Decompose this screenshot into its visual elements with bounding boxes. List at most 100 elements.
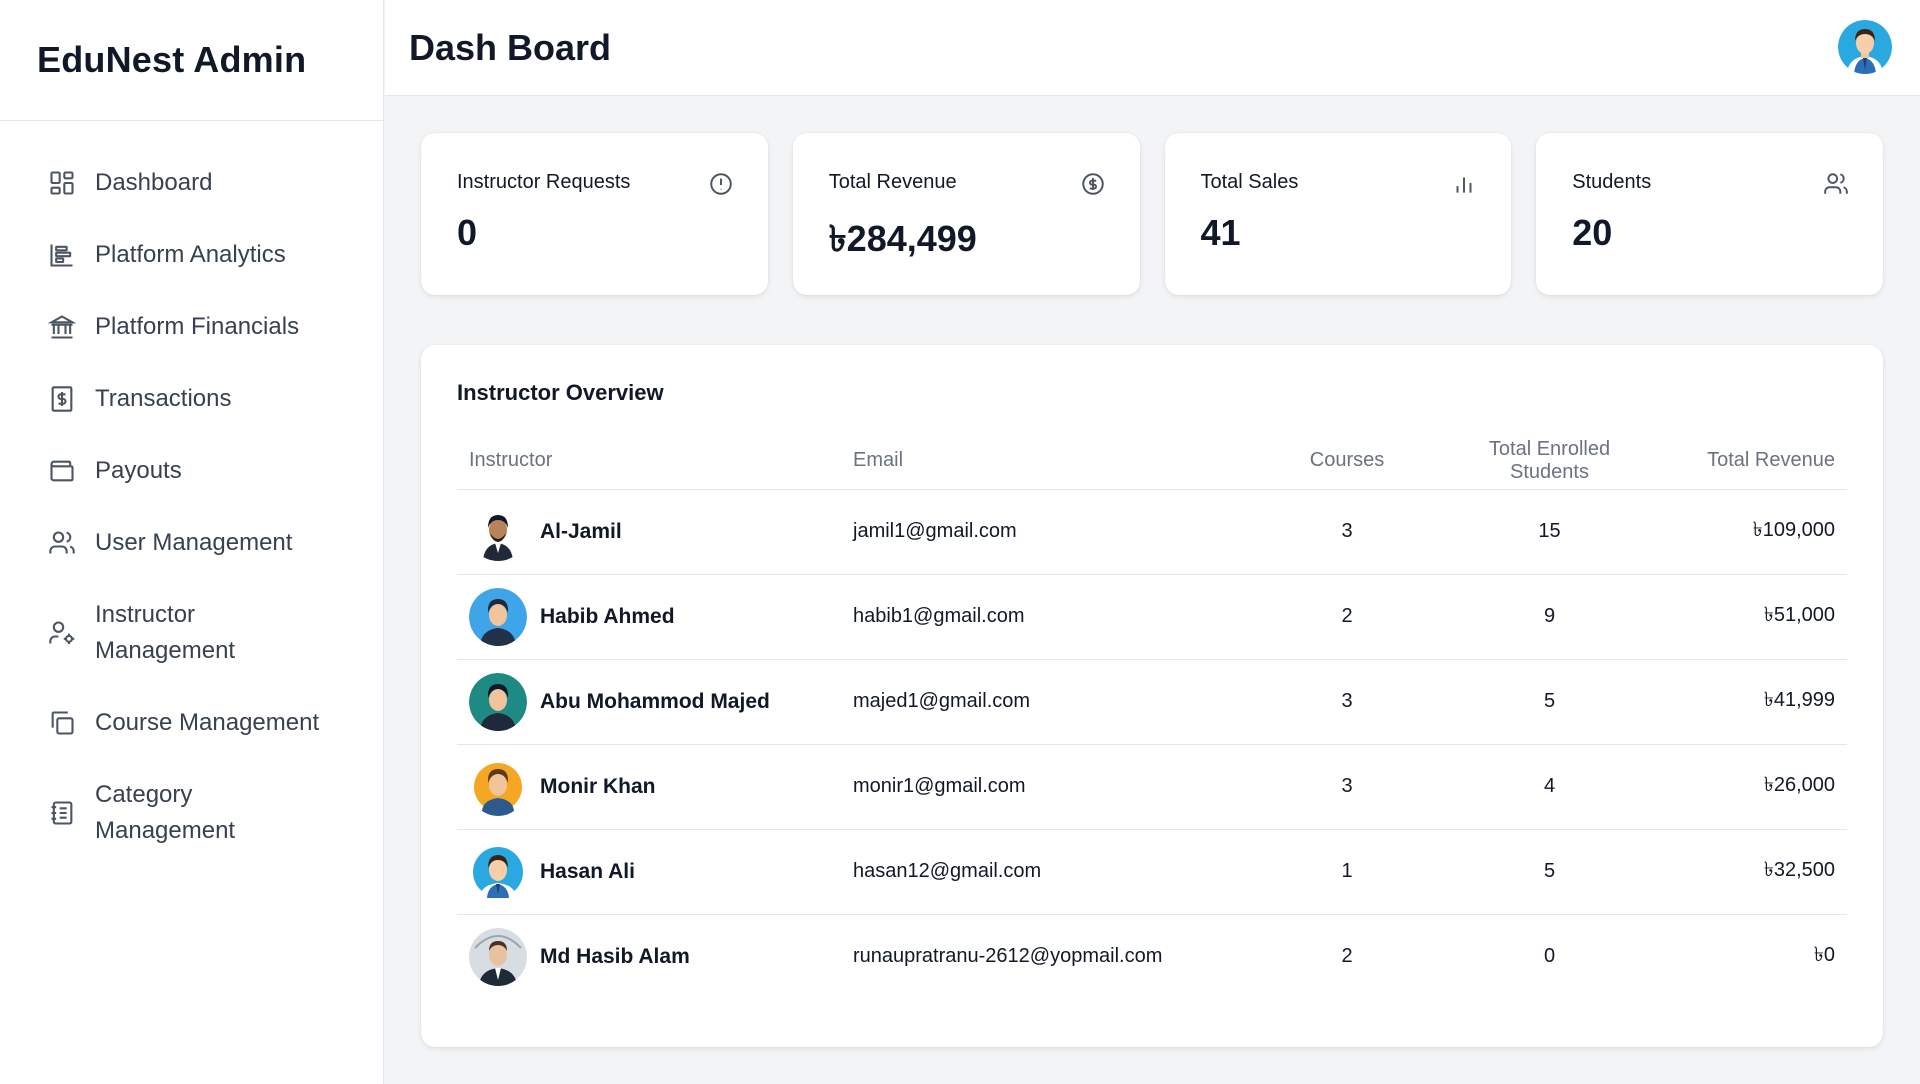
instructor-courses: 3	[1257, 489, 1437, 575]
sidebar-item-payouts[interactable]: Payouts	[0, 435, 383, 507]
table-row[interactable]: Abu Mohammod Majed majed1@gmail.com 3 5 …	[457, 659, 1847, 745]
instructor-email: majed1@gmail.com	[841, 659, 1257, 745]
page-title: Dash Board	[409, 26, 612, 68]
sidebar-item-label: Instructor Management	[95, 601, 236, 664]
stat-card-total-revenue[interactable]: Total Revenue ৳284,499	[792, 133, 1140, 295]
instructor-courses: 3	[1257, 744, 1437, 830]
sidebar-item-platform-financials[interactable]: Platform Financials	[0, 291, 383, 363]
dashboard-icon	[47, 168, 77, 198]
sidebar: EduNest Admin Dashboard Platform Analyti…	[0, 0, 384, 1084]
instructor-avatar	[469, 502, 527, 561]
instructor-enrolled: 5	[1437, 659, 1662, 745]
sidebar-item-label: Course Management	[95, 709, 320, 736]
alert-circle-icon	[708, 171, 734, 197]
dollar-circle-icon	[1080, 171, 1106, 197]
analytics-icon	[47, 240, 77, 270]
instructor-table: Instructor Email Courses Total Enrolled …	[457, 433, 1847, 999]
stat-card-total-sales[interactable]: Total Sales 41	[1164, 133, 1512, 295]
instructor-name: Md Hasib Alam	[540, 944, 690, 968]
brand-title[interactable]: EduNest Admin	[37, 39, 306, 81]
sidebar-item-label: Platform Analytics	[95, 241, 286, 268]
instructor-avatar	[469, 757, 527, 816]
panel-title: Instructor Overview	[457, 380, 664, 405]
stat-label: Total Revenue	[828, 171, 957, 193]
instructor-name: Abu Mohammod Majed	[540, 689, 770, 713]
sidebar-item-platform-analytics[interactable]: Platform Analytics	[0, 219, 383, 291]
instructor-name: Monir Khan	[540, 774, 656, 798]
sidebar-item-label: Payouts	[95, 457, 182, 484]
instructor-revenue: ৳0	[1813, 944, 1835, 967]
stat-label: Total Sales	[1200, 171, 1299, 193]
instructor-email: monir1@gmail.com	[841, 744, 1257, 830]
instructor-revenue: ৳26,000	[1662, 744, 1847, 830]
instructor-avatar	[469, 842, 527, 901]
sidebar-item-dashboard[interactable]: Dashboard	[0, 147, 383, 219]
sidebar-item-label: Platform Financials	[95, 313, 300, 340]
instructor-enrolled: 5	[1437, 829, 1662, 915]
instructor-enrolled: 15	[1437, 489, 1662, 575]
instructor-enrolled: 9	[1437, 574, 1662, 660]
bar-chart-icon	[1451, 171, 1477, 197]
instructor-avatar	[469, 587, 527, 646]
stat-cards: Instructor Requests 0 Total Revenue ৳284…	[421, 133, 1883, 295]
instructor-revenue: ৳32,500	[1662, 829, 1847, 915]
top-header: Dash Board	[385, 0, 1920, 96]
sidebar-item-label: Category Management	[95, 781, 236, 844]
column-header-instructor[interactable]: Instructor	[457, 433, 841, 490]
user-cog-icon	[47, 618, 77, 648]
instructor-avatar	[469, 672, 527, 731]
instructor-courses: 3	[1257, 659, 1437, 745]
instructor-revenue: ৳51,000	[1662, 574, 1847, 660]
instructor-enrolled: 0	[1543, 945, 1556, 968]
table-row[interactable]: Habib Ahmed habib1@gmail.com 2 9 ৳51,000	[457, 574, 1847, 660]
instructor-email: jamil1@gmail.com	[841, 489, 1257, 575]
instructor-name: Habib Ahmed	[540, 604, 675, 628]
table-header-row: Instructor Email Courses Total Enrolled …	[457, 433, 1847, 490]
table-row[interactable]: Md Hasib Alam runaupratranu-2612@yopmail…	[457, 914, 1847, 999]
copy-icon	[47, 708, 77, 738]
column-header-courses[interactable]: Courses	[1257, 433, 1437, 490]
users-icon	[47, 528, 77, 558]
table-row[interactable]: Al-Jamil jamil1@gmail.com 3 15 ৳109,000	[457, 489, 1847, 575]
sidebar-item-category-management[interactable]: Category Management	[0, 759, 383, 867]
users-icon	[1823, 171, 1849, 197]
stat-label: Instructor Requests	[457, 171, 631, 193]
sidebar-item-transactions[interactable]: Transactions	[0, 363, 383, 435]
column-header-revenue[interactable]: Total Revenue	[1662, 433, 1847, 490]
bank-icon	[47, 312, 77, 342]
stat-card-instructor-requests[interactable]: Instructor Requests 0	[421, 133, 768, 295]
table-row[interactable]: Hasan Ali hasan12@gmail.com 1 5 ৳32,500	[457, 829, 1847, 915]
stat-value: 41	[1200, 212, 1241, 253]
sidebar-item-label: Dashboard	[95, 169, 213, 196]
stat-label: Students	[1572, 171, 1652, 193]
sidebar-item-label: Transactions	[95, 385, 232, 412]
instructor-revenue: ৳109,000	[1662, 489, 1847, 575]
receipt-icon	[47, 384, 77, 414]
instructor-name: Al-Jamil	[540, 519, 622, 543]
user-avatar[interactable]	[1838, 20, 1892, 74]
sidebar-item-instructor-management[interactable]: Instructor Management	[0, 579, 383, 687]
stat-value: ৳284,499	[828, 218, 977, 259]
instructor-enrolled: 4	[1437, 744, 1662, 830]
instructor-name: Hasan Ali	[540, 859, 635, 883]
table-row[interactable]: Monir Khan monir1@gmail.com 3 4 ৳26,000	[457, 744, 1847, 830]
instructor-courses: 1	[1257, 829, 1437, 915]
instructor-courses: 2	[1341, 945, 1353, 968]
column-header-enrolled[interactable]: Total Enrolled Students	[1437, 433, 1662, 490]
brand: EduNest Admin	[0, 0, 383, 121]
instructor-courses: 2	[1257, 574, 1437, 660]
notebook-icon	[47, 798, 77, 828]
sidebar-item-user-management[interactable]: User Management	[0, 507, 383, 579]
instructor-overview-panel: Instructor Overview Instructor Email Cou…	[421, 345, 1883, 1047]
instructor-avatar	[469, 927, 527, 986]
stat-value: 0	[457, 212, 478, 253]
column-header-email[interactable]: Email	[841, 433, 1257, 490]
instructor-revenue: ৳41,999	[1662, 659, 1847, 745]
wallet-icon	[47, 456, 77, 486]
instructor-email: runaupratranu-2612@yopmail.com	[853, 945, 1163, 968]
sidebar-item-course-management[interactable]: Course Management	[0, 687, 383, 759]
instructor-email: hasan12@gmail.com	[841, 829, 1257, 915]
sidebar-item-label: User Management	[95, 529, 293, 556]
stat-card-students[interactable]: Students 20	[1536, 133, 1883, 295]
instructor-email: habib1@gmail.com	[841, 574, 1257, 660]
